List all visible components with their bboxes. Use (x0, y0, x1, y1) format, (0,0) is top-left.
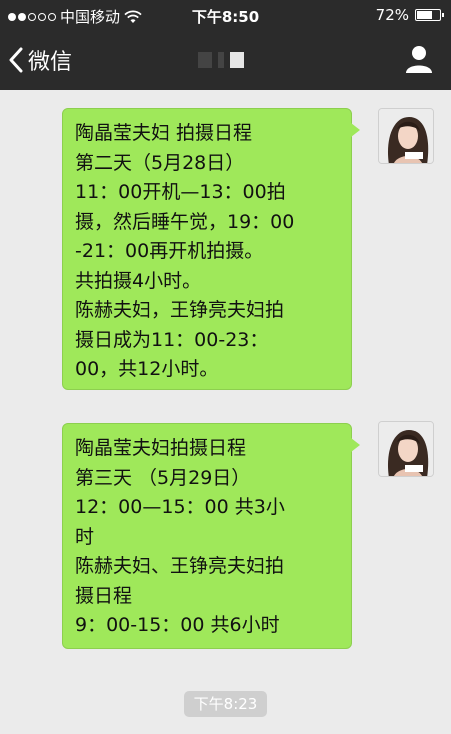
message-line: 陈赫夫妇、王铮亮夫妇拍 (75, 555, 285, 577)
message-line: 陶晶莹夫妇 拍摄日程 (75, 122, 253, 144)
avatar-image (379, 109, 433, 163)
status-bar: 中国移动 下午8:50 72% (0, 0, 451, 30)
message-line: 11：00开机—13：00拍 (75, 181, 286, 203)
message-line: 第二天（5月28日） (75, 151, 245, 174)
message-line: 第三天 （5月29日） (75, 466, 251, 489)
back-chevron-icon (9, 47, 23, 73)
message-line: 摄日程 (75, 584, 133, 607)
message-line: 陶晶莹夫妇拍摄日程 (75, 437, 247, 459)
message-line: 共拍摄4小时。 (75, 269, 202, 292)
message-bubble[interactable]: 陶晶莹夫妇拍摄日程 第三天 （5月29日） 12：00—15：00 共3小 时 … (62, 423, 360, 649)
person-icon[interactable] (405, 44, 433, 74)
avatar-image (379, 422, 433, 476)
back-button[interactable]: 微信 (8, 44, 72, 76)
status-right: 72% (375, 6, 444, 24)
avatar[interactable] (378, 421, 434, 477)
message-line: -21：00再开机拍摄。 (75, 240, 264, 262)
message-line: 摄日成为11：00-23： (75, 328, 269, 351)
message-bubble[interactable]: 陶晶莹夫妇 拍摄日程 第二天（5月28日） 11：00开机—13：00拍 摄，然… (62, 108, 360, 390)
chat-title-redacted (198, 52, 244, 68)
nav-bar: 微信 (0, 30, 451, 90)
message-line: 00，共12小时。 (75, 358, 219, 380)
message-line: 摄，然后睡午觉，19：00 (75, 210, 295, 233)
message-line: 9：00-15：00 共6小时 (75, 614, 280, 636)
battery-percent: 72% (375, 6, 409, 24)
message-line: 陈赫夫妇，王铮亮夫妇拍 (75, 299, 285, 321)
timestamp-chip: 下午8:23 (184, 691, 267, 717)
message-line: 12：00—15：00 共3小 (75, 496, 285, 518)
battery-fill (417, 11, 433, 19)
battery-icon (415, 9, 444, 21)
avatar[interactable] (378, 108, 434, 164)
message-line: 时 (75, 525, 95, 548)
back-label: 微信 (28, 50, 73, 75)
